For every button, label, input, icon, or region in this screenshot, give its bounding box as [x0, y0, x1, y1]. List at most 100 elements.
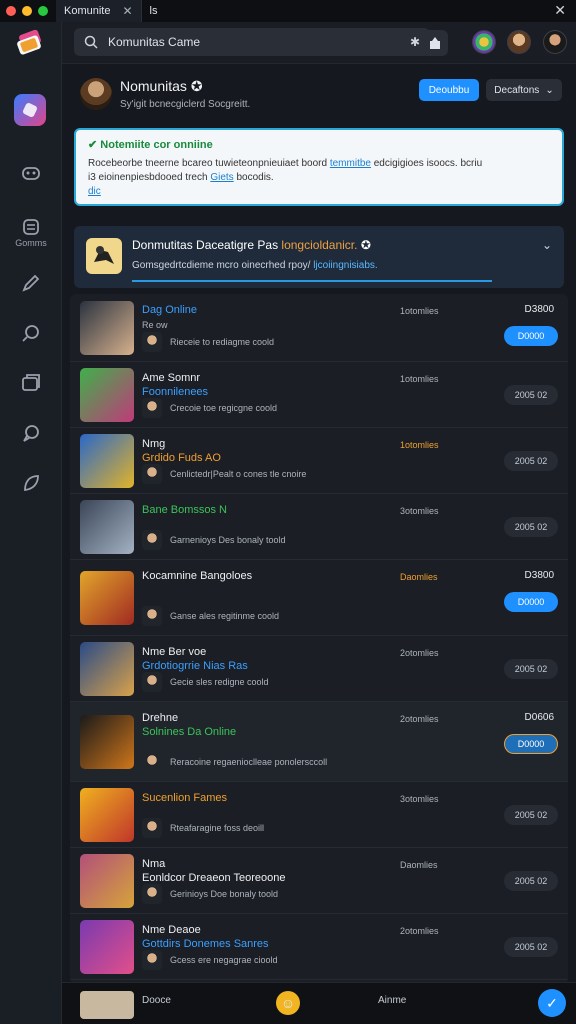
- row-title: Kocamnine Bangoloes: [142, 570, 253, 582]
- sidebar-item-search[interactable]: [0, 322, 62, 344]
- list-item[interactable]: Nme Deaoe Gottdirs Donemes Sanres Gcess er…: [70, 914, 568, 980]
- verified-icon: ✪: [360, 238, 371, 252]
- alert-link[interactable]: temmitbe: [330, 158, 371, 169]
- avatar: [80, 78, 112, 110]
- row-subtitle: Eonldcor Dreaeon Teoreoone: [142, 872, 286, 884]
- sidebar-item-games[interactable]: [0, 162, 62, 184]
- row-time: 1otomlies: [400, 374, 439, 384]
- alert-link[interactable]: dic: [88, 186, 101, 197]
- row-meta: Reracoine regaenioclleae ponolersccoll: [170, 757, 328, 767]
- gamepad-icon: [22, 167, 40, 180]
- upload-button[interactable]: [422, 30, 448, 56]
- row-meta: Rieceie to rediagme coold: [170, 337, 275, 347]
- leaf-icon: [24, 475, 39, 492]
- emoji-button[interactable]: ☺: [276, 991, 300, 1015]
- sidebar-item-label: Gomms: [15, 238, 47, 248]
- tab-second[interactable]: ls: [142, 0, 166, 22]
- tab-label: Komunite: [64, 5, 111, 17]
- tab-komunite[interactable]: Komunite ✕: [56, 0, 142, 22]
- promo-text: Gomsgedrtcdieme mcro oinecrhed rpoy/ ljc…: [132, 260, 378, 271]
- tab-close-icon[interactable]: ✕: [122, 4, 132, 18]
- avatar: [142, 752, 162, 772]
- join-button[interactable]: D0000: [504, 734, 558, 754]
- avatar: [80, 991, 134, 1019]
- row-title: Nmg: [142, 438, 166, 450]
- chevron-down-icon[interactable]: ⌄: [542, 238, 552, 252]
- row-meta: Crecoie toe regicgne coold: [170, 403, 278, 413]
- sidebar: Gomms: [0, 22, 62, 1024]
- row-time: 2otomlies: [400, 714, 439, 724]
- row-subtitle: Grdido Fuds AO: [142, 452, 221, 464]
- schedule-button[interactable]: 2005 02: [504, 871, 558, 891]
- sidebar-item-settings[interactable]: [0, 472, 62, 494]
- row-meta: Rteafaragine foss deoill: [170, 823, 265, 833]
- list-item[interactable]: Kocamnine Bangoloes Ganse ales regitinme …: [70, 560, 568, 636]
- avatar[interactable]: [543, 30, 567, 54]
- join-button[interactable]: D0000: [504, 592, 558, 612]
- sidebar-item-library[interactable]: [0, 372, 62, 394]
- join-button[interactable]: D0000: [504, 326, 558, 346]
- row-meta: Gecie sles redigne coold: [170, 677, 269, 687]
- row-time: 2otomlies: [400, 648, 439, 658]
- dropdown-label: Decaftons: [494, 84, 540, 96]
- game-thumbnail: [80, 500, 134, 554]
- row-title: Nme Ber voe: [142, 646, 207, 658]
- row-time: Daomlies: [400, 572, 438, 582]
- row-title: Nme Deaoe: [142, 924, 201, 936]
- row-sub: Re ow: [142, 320, 168, 330]
- avatar: [142, 950, 162, 970]
- sidebar-item-comms[interactable]: Gomms: [0, 216, 62, 248]
- promo-banner[interactable]: Donmutitas Daceatigre Pas longcioldanicr…: [74, 226, 564, 288]
- close-window-icon[interactable]: [6, 6, 16, 16]
- search-input[interactable]: Komunitas Came ✱: [74, 28, 430, 56]
- row-title: Bane Bomssos N: [142, 504, 227, 516]
- list-item[interactable]: Nme Ber voe Grdotiogrrie Nias Ras Gecie sl…: [70, 636, 568, 702]
- schedule-button[interactable]: 2005 02: [504, 451, 558, 471]
- avatar[interactable]: [472, 30, 496, 54]
- avatar: [142, 606, 162, 626]
- list-item[interactable]: Sucenlion Fames Rteafaragine foss deoill 3…: [70, 782, 568, 848]
- list-item[interactable]: Ame Somnr Foonnilenees Crecoie toe regicgn…: [70, 362, 568, 428]
- row-meta: Ganse ales regitinme coold: [170, 611, 280, 621]
- sidebar-item-home[interactable]: [14, 94, 46, 126]
- bottom-mid-label[interactable]: Ainme: [378, 995, 406, 1006]
- primary-action-button[interactable]: Deoubbu: [419, 79, 479, 101]
- title-bar: Komunite ✕ ls ✕: [0, 0, 576, 22]
- sidebar-item-edit[interactable]: [0, 272, 62, 294]
- schedule-button[interactable]: 2005 02: [504, 385, 558, 405]
- avatar[interactable]: [507, 30, 531, 54]
- list-item[interactable]: Dag Online Re ow Rieceie to rediagme coold…: [70, 294, 568, 362]
- game-thumbnail: [80, 854, 134, 908]
- schedule-button[interactable]: 2005 02: [504, 659, 558, 679]
- list-item[interactable]: Nmg Grdido Fuds AO Cenlictedr|Pealt o cone…: [70, 428, 568, 494]
- list-item[interactable]: Bane Bomssos N Garnenioys Des bonaly tool…: [70, 494, 568, 560]
- page-header: Nomunitas ✪ Sy'igit bcnecgiclerd Socgrei…: [80, 78, 250, 110]
- alert-link[interactable]: Giets: [210, 172, 233, 183]
- confirm-fab-button[interactable]: ✓: [538, 989, 566, 1017]
- game-thumbnail: [80, 788, 134, 842]
- window-close-icon[interactable]: ✕: [554, 2, 566, 19]
- game-thumbnail: [80, 715, 134, 769]
- bottom-bar: Dooce ☺ Ainme ✓: [62, 982, 576, 1024]
- row-stat: D3800: [524, 304, 554, 315]
- minimize-window-icon[interactable]: [22, 6, 32, 16]
- schedule-button[interactable]: 2005 02: [504, 805, 558, 825]
- folder-icon: [22, 374, 40, 391]
- row-title: Ame Somnr: [142, 372, 201, 384]
- row-subtitle: Solnines Da Online: [142, 726, 237, 738]
- list-item[interactable]: Nma Eonldcor Dreaeon Teoreoone Gerinioys D…: [70, 848, 568, 914]
- bottom-left-label[interactable]: Dooce: [142, 995, 171, 1006]
- app-logo-icon[interactable]: [14, 28, 46, 58]
- search-value: Komunitas Came: [108, 35, 201, 49]
- options-dropdown[interactable]: Decaftons ⌄: [486, 79, 562, 101]
- sparkle-icon[interactable]: ✱: [410, 35, 420, 49]
- promo-image: [86, 238, 122, 274]
- sidebar-item-messages[interactable]: [0, 422, 62, 444]
- schedule-button[interactable]: 2005 02: [504, 937, 558, 957]
- server-list: Dag Online Re ow Rieceie to rediagme coold…: [70, 294, 568, 984]
- list-item[interactable]: Drehne Solnines Da Online Reracoine regaen…: [70, 702, 568, 782]
- maximize-window-icon[interactable]: [38, 6, 48, 16]
- search-icon: [84, 35, 98, 49]
- page-title: Nomunitas ✪: [120, 78, 203, 94]
- schedule-button[interactable]: 2005 02: [504, 517, 558, 537]
